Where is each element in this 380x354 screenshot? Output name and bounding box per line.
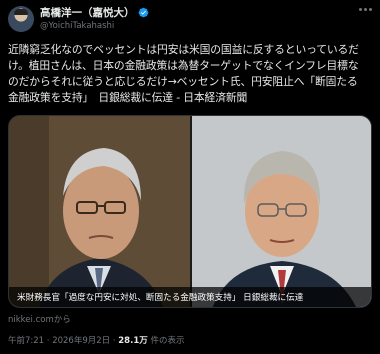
link-card-caption: 米財務長官「過度な円安に対処、断固たる金融政策支持」 日銀総裁に伝達 [17,293,304,303]
tweet-line: 金融政策を支持」 日銀総裁に伝達 - 日本経済新聞 [8,91,248,104]
tweet-time[interactable]: 午前7:21 [8,336,44,346]
photo-left [9,116,190,307]
person-left-illustration [9,116,190,307]
tweet-date[interactable]: 2026年9月2日 [52,336,110,346]
author-names: 高橋洋一（嘉悦大） @YoichiTakahashi [40,6,149,31]
tweet-line: 近隣窮乏化なのでベッセントは円安は米国の国益に反するといっているだ [8,43,359,56]
meta-separator: · [46,336,50,346]
person-right-illustration [192,116,371,307]
link-card-media[interactable]: 米財務長官「過度な円安に対処、断固たる金融政策支持」 日銀総裁に伝達 [8,115,372,308]
link-source[interactable]: nikkei.comから [8,313,71,325]
tweet-line: のだからそれに従うと応じるだけ→ベッセント氏、円安阻止へ「断固たる [8,75,358,88]
photo-right [192,116,371,307]
more-options-icon[interactable] [359,8,372,11]
tweet-header: 高橋洋一（嘉悦大） @YoichiTakahashi [8,6,372,34]
display-name[interactable]: 高橋洋一（嘉悦大） [40,5,135,20]
tweet-meta: 午前7:21 · 2026年9月2日 · 28.1万 件の表示 [8,334,184,346]
verified-badge-icon [138,7,148,18]
user-handle[interactable]: @YoichiTakahashi [40,21,149,31]
avatar[interactable] [8,6,34,32]
views-count: 28.1万 [118,336,148,346]
views-label: 件の表示 [150,336,185,346]
meta-separator: · [112,336,116,346]
tweet-text: 近隣窮乏化なのでベッセントは円安は米国の国益に反するといっているだ け。植田さん… [8,42,374,106]
tweet-line: け。植田さんは、日本の金融政策は為替ターゲットでなくインフレ目標な [8,59,359,72]
display-name-row: 高橋洋一（嘉悦大） [40,6,149,19]
